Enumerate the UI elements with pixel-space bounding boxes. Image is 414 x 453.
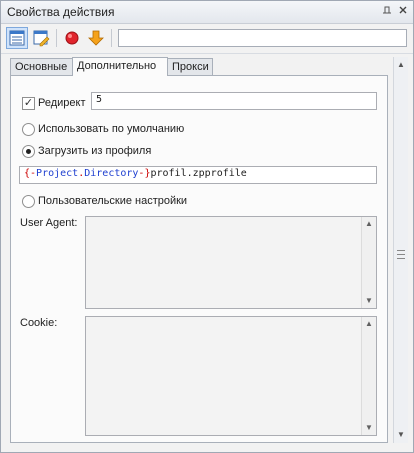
window-title: Свойства действия (7, 5, 115, 19)
cookie-label: Cookie: (20, 317, 58, 329)
radio-load-profile-label: Загрузить из профиля (38, 145, 152, 157)
toolbar-separator (56, 29, 57, 47)
scroll-down-icon[interactable]: ▼ (362, 294, 376, 308)
edit-properties-button[interactable] (30, 27, 52, 49)
toolbar-separator (111, 29, 112, 47)
radio-use-default[interactable] (22, 123, 35, 136)
move-down-button[interactable] (85, 27, 107, 49)
radio-custom-settings[interactable] (22, 195, 35, 208)
search-input[interactable] (118, 29, 407, 47)
radio-custom-settings-label: Пользовательские настройки (38, 195, 188, 207)
scroll-grip-icon[interactable] (397, 250, 405, 259)
scroll-up-icon[interactable]: ▲ (362, 217, 376, 231)
user-agent-scrollbar[interactable]: ▲ ▼ (361, 217, 376, 308)
stop-record-button[interactable] (61, 27, 83, 49)
scroll-down-icon[interactable]: ▼ (362, 421, 376, 435)
user-agent-textarea[interactable]: ▲ ▼ (85, 216, 377, 309)
macro-project: Project (36, 168, 79, 179)
scroll-down-icon[interactable]: ▼ (394, 429, 408, 441)
table-properties-button[interactable] (6, 27, 28, 49)
pin-icon[interactable] (381, 5, 393, 17)
scroll-up-icon[interactable]: ▲ (394, 59, 408, 71)
radio-load-profile[interactable] (22, 145, 35, 158)
cookie-scrollbar[interactable]: ▲ ▼ (361, 317, 376, 435)
redirect-checkbox[interactable]: ✓ (22, 97, 35, 110)
macro-open: {- (24, 168, 37, 179)
scroll-up-icon[interactable]: ▲ (362, 317, 376, 331)
cookie-textarea[interactable]: ▲ ▼ (85, 316, 377, 436)
macro-directory: Directory (84, 168, 139, 179)
radio-use-default-label: Использовать по умолчанию (38, 123, 185, 135)
tab-proxy[interactable]: Прокси (167, 58, 213, 75)
profile-filename: profil.zpprofile (150, 168, 247, 179)
action-properties-window: Свойства действия Основные Дополнительно… (0, 0, 414, 453)
title-bar: Свойства действия (1, 1, 413, 24)
redirect-label: Редирект (38, 97, 86, 109)
close-icon[interactable] (397, 5, 409, 17)
panel-scrollbar[interactable]: ▲ ▼ (393, 57, 408, 443)
user-agent-label: User Agent: (20, 217, 78, 229)
macro-close: -} (138, 168, 151, 179)
profile-path-field[interactable]: {-Project.Directory-}profil.zpprofile (19, 166, 377, 184)
tab-advanced[interactable]: Дополнительно (72, 57, 168, 76)
toolbar (1, 24, 413, 54)
advanced-panel: ✓ Редирект 5 Использовать по умолчанию З… (10, 75, 388, 443)
tab-main[interactable]: Основные (10, 58, 73, 75)
redirect-count-field[interactable]: 5 (91, 92, 377, 110)
